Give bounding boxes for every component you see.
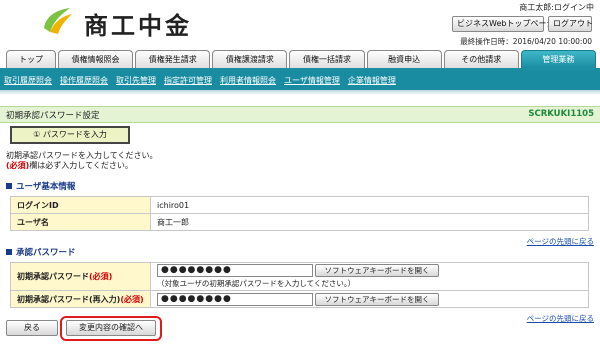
confirm-changes-button[interactable]: 変更内容の確認へ xyxy=(66,320,156,336)
section-bullet-icon xyxy=(6,249,12,255)
user-info-table: ログインID ichiro01 ユーザ名 商工一郎 xyxy=(10,196,589,231)
reenter-password-cell: ●●●●●●●● ソフトウェアキーボードを開く xyxy=(150,290,589,308)
required-note: (必須)欄は必ず入力してください。 xyxy=(6,160,133,171)
tab-loan-application[interactable]: 融資申込 xyxy=(366,50,442,69)
subnav-user-info-management[interactable]: ユーザ情報管理 xyxy=(284,75,340,86)
table-row: ログインID ichiro01 xyxy=(10,196,589,214)
password-table: 初期承認パスワード(必須) ●●●●●●●● ソフトウェアキーボードを開く （対象… xyxy=(10,262,589,308)
step-indicator: ① パスワードを入力 xyxy=(10,126,130,144)
subnav-user-info-inquiry[interactable]: 利用者情報照会 xyxy=(220,75,276,86)
initial-password-cell: ●●●●●●●● ソフトウェアキーボードを開く （対象ユーザの初期承認パスワードを… xyxy=(150,262,589,291)
tab-claim-transfer[interactable]: 債権譲渡請求 xyxy=(212,50,288,69)
subnav-transaction-history[interactable]: 取引履歴照会 xyxy=(4,75,52,86)
login-id-label: ログインID xyxy=(10,196,151,214)
tab-other-requests[interactable]: その他請求 xyxy=(443,50,519,69)
tab-bulk-request[interactable]: 債権一括請求 xyxy=(289,50,365,69)
subnav-shadow xyxy=(0,90,600,95)
page-title: 初期承認パスワード設定 xyxy=(6,111,100,121)
subnav-permission-management[interactable]: 指定許可管理 xyxy=(164,75,212,86)
initial-password-input[interactable]: ●●●●●●●● xyxy=(157,264,313,277)
user-name-label: ユーザ名 xyxy=(10,213,151,231)
login-user-status: 商工太郎:ログイン中 xyxy=(519,3,594,12)
required-marker: (必須) xyxy=(6,161,30,170)
main-tabs: トップ 債権情報照会 債権発生請求 債権譲渡請求 債権一括請求 融資申込 その他… xyxy=(6,50,596,69)
business-web-top-button[interactable]: ビジネスWebトップページへ xyxy=(452,16,562,32)
sub-navigation: 取引履歴照会 操作履歴照会 取引先管理 指定許可管理 利用者情報照会 ユーザ情報… xyxy=(0,70,600,90)
table-row: 初期承認パスワード(必須) ●●●●●●●● ソフトウェアキーボードを開く （対象… xyxy=(10,262,589,291)
tab-top[interactable]: トップ xyxy=(6,50,56,69)
logout-button[interactable]: ログアウト xyxy=(548,16,593,32)
software-keyboard-button[interactable]: ソフトウェアキーボードを開く xyxy=(315,292,439,306)
section-heading-text: ユーザ基本情報 xyxy=(16,182,76,192)
user-name-value: 商工一郎 xyxy=(150,213,589,231)
reenter-password-label-text: 初期承認パスワード(再入力) xyxy=(17,294,121,304)
section-heading-user-info: ユーザ基本情報 xyxy=(6,180,75,192)
password-hint: （対象ユーザの初期承認パスワードを入力してください。） xyxy=(157,279,356,288)
tab-claim-issue[interactable]: 債権発生請求 xyxy=(135,50,211,69)
table-row: ユーザ名 商工一郎 xyxy=(10,213,589,231)
tab-claim-inquiry[interactable]: 債権情報照会 xyxy=(58,50,134,69)
logo-text: 商工中金 xyxy=(84,11,192,40)
shokochukin-logo-icon xyxy=(44,8,72,34)
initial-password-label: 初期承認パスワード(必須) xyxy=(10,262,151,291)
login-id-value: ichiro01 xyxy=(150,196,589,214)
subnav-company-info-management[interactable]: 企業情報管理 xyxy=(348,75,396,86)
initial-password-label-text: 初期承認パスワード xyxy=(17,272,89,281)
required-marker: (必須) xyxy=(120,294,144,304)
section-bullet-icon xyxy=(6,183,12,189)
section-heading-text: 承認パスワード xyxy=(16,248,76,258)
reenter-password-label: 初期承認パスワード(再入力)(必須) xyxy=(10,290,151,308)
reenter-password-input[interactable]: ●●●●●●●● xyxy=(157,292,313,306)
software-keyboard-button[interactable]: ソフトウェアキーボードを開く xyxy=(315,264,439,277)
back-to-top-link[interactable]: ページの先頭に戻る xyxy=(527,236,594,247)
required-marker: (必須) xyxy=(89,272,113,281)
section-heading-approval-password: 承認パスワード xyxy=(6,246,76,258)
screen-id: SCRKUKI1105 xyxy=(528,109,594,119)
back-button[interactable]: 戻る xyxy=(6,320,58,336)
back-to-top-link[interactable]: ページの先頭に戻る xyxy=(527,313,594,324)
table-row: 初期承認パスワード(再入力)(必須) ●●●●●●●● ソフトウェアキーボードを開… xyxy=(10,290,589,308)
tab-management[interactable]: 管理業務 xyxy=(520,50,596,69)
required-note-text: 欄は必ず入力してください。 xyxy=(29,161,133,170)
last-operation-time: 最終操作日時：2016/04/20 10:00:00 xyxy=(460,37,592,46)
subnav-operation-history[interactable]: 操作履歴照会 xyxy=(60,75,108,86)
subnav-partner-management[interactable]: 取引先管理 xyxy=(116,75,156,86)
